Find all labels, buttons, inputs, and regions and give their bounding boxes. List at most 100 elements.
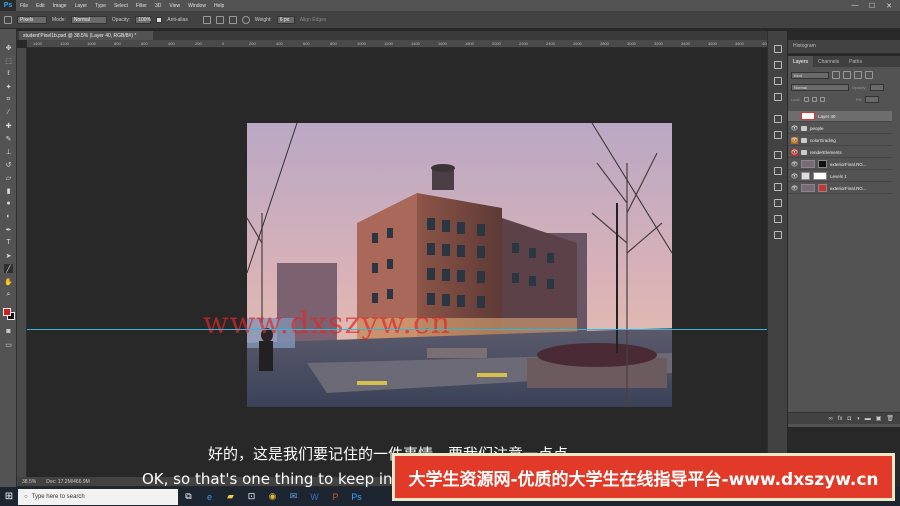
character-panel-icon[interactable] [774, 183, 782, 191]
menu-type[interactable]: Type [91, 3, 110, 9]
path-selection-icon[interactable]: ➤ [4, 251, 13, 260]
3d-panel-icon[interactable] [774, 215, 782, 223]
gear-icon[interactable] [241, 15, 250, 24]
tab-layers[interactable]: Layers [788, 56, 814, 67]
visibility-icon[interactable] [791, 113, 798, 120]
hand-tool-icon[interactable]: ✋ [4, 277, 13, 286]
history-panel-icon[interactable] [774, 45, 782, 53]
menu-edit[interactable]: Edit [32, 3, 49, 9]
adjustment-filter-icon[interactable] [843, 71, 851, 79]
tools-preset-icon[interactable] [774, 151, 782, 159]
brush-tool-icon[interactable]: ✎ [4, 134, 13, 143]
maximize-button[interactable]: ☐ [865, 0, 879, 11]
path-arrangement-icon[interactable] [228, 15, 237, 24]
layer-row[interactable]: 👁 renderElements [788, 147, 892, 158]
crop-tool-icon[interactable]: ⌗ [4, 95, 13, 104]
fill-input[interactable] [864, 96, 879, 103]
layer-opacity-input[interactable] [869, 84, 884, 91]
zoom-level[interactable]: 38.5% [22, 479, 36, 485]
opacity-input[interactable]: 100% [135, 15, 152, 24]
tab-histogram[interactable]: Histogram [788, 40, 821, 52]
shape-filter-icon[interactable] [865, 71, 873, 79]
menu-help[interactable]: Help [210, 3, 228, 9]
eraser-icon[interactable]: ▱ [4, 173, 13, 182]
magic-wand-icon[interactable]: ✦ [4, 82, 13, 91]
word-icon[interactable]: W [304, 487, 325, 506]
eye-icon[interactable]: 👁 [791, 136, 798, 144]
eyedropper-icon[interactable]: ⁄ [4, 108, 13, 117]
group-icon[interactable]: ▬ [865, 416, 871, 422]
trash-icon[interactable]: 🗑 [886, 415, 894, 422]
lock-pixels-icon[interactable] [803, 97, 809, 102]
dodge-tool-icon[interactable]: ◐ [4, 212, 13, 221]
timeline-panel-icon[interactable] [774, 231, 782, 239]
lock-position-icon[interactable] [811, 97, 817, 102]
healing-brush-icon[interactable]: ✚ [4, 121, 13, 130]
lock-all-icon[interactable] [819, 97, 825, 102]
horizontal-ruler[interactable]: 1400 1200 1000 800 600 400 200 0 200 400 600 800 100… [27, 40, 767, 48]
chrome-icon[interactable]: ◉ [262, 487, 283, 506]
windows-start-icon[interactable]: ⊞ [0, 487, 18, 506]
taskbar-search-box[interactable]: ○ Type here to search [18, 488, 178, 505]
line-tool-icon[interactable]: ╱ [4, 264, 13, 273]
path-alignment-icon[interactable] [215, 15, 224, 24]
clone-source-icon[interactable] [774, 167, 782, 175]
edge-icon[interactable]: e [199, 487, 220, 506]
weight-input[interactable]: 6 px [276, 15, 295, 24]
adjustments-panel-icon[interactable] [774, 77, 782, 85]
mail-icon[interactable]: ✉ [283, 487, 304, 506]
type-tool-icon[interactable]: T [4, 238, 13, 247]
styles-panel-icon[interactable] [774, 131, 782, 139]
minimize-button[interactable]: — [848, 0, 862, 11]
explorer-icon[interactable]: ▰ [220, 487, 241, 506]
mask-icon[interactable]: ◘ [847, 416, 851, 422]
menu-image[interactable]: Image [49, 3, 71, 9]
clone-stamp-icon[interactable]: ⊥ [4, 147, 13, 156]
line-tool-preset-icon[interactable] [4, 15, 12, 24]
eye-icon[interactable]: 👁 [791, 161, 799, 168]
eye-icon[interactable]: 👁 [791, 173, 799, 180]
document-tab[interactable]: student'Pixel1b.psd @ 38.5% (Layer 40, R… [19, 31, 153, 40]
photoshop-icon[interactable]: Ps [346, 487, 367, 506]
layer-row[interactable]: 👁 people [788, 123, 892, 134]
eye-icon[interactable]: 👁 [791, 148, 798, 156]
close-button[interactable]: ✕ [882, 0, 896, 11]
menu-select[interactable]: Select [110, 3, 132, 9]
layer-row[interactable]: 👁 exteriorFinal.RG... [788, 159, 892, 170]
task-view-icon[interactable]: ⧉ [178, 487, 199, 506]
properties-panel-icon[interactable] [774, 61, 782, 69]
screen-mode-icon[interactable]: ▭ [4, 340, 13, 349]
tab-channels[interactable]: Channels [813, 56, 844, 67]
vertical-ruler[interactable] [17, 48, 27, 477]
new-layer-icon[interactable]: ▣ [876, 415, 882, 422]
type-filter-icon[interactable] [854, 71, 862, 79]
powerpoint-icon[interactable]: P [325, 487, 346, 506]
menu-3d[interactable]: 3D [151, 3, 165, 9]
blur-tool-icon[interactable]: ● [4, 199, 13, 208]
swatches-panel-icon[interactable] [774, 115, 782, 123]
adjustment-icon[interactable]: ◑ [856, 416, 860, 422]
zoom-tool-icon[interactable]: ⌕ [4, 290, 13, 299]
paragraph-panel-icon[interactable] [774, 199, 782, 207]
tool-mode-select[interactable]: Pixels [17, 15, 47, 24]
eye-icon[interactable]: 👁 [791, 185, 799, 192]
layer-row[interactable]: 👁 exteriorFinal.RG... [788, 183, 892, 194]
pen-tool-icon[interactable]: ✒ [4, 225, 13, 234]
marquee-tool-icon[interactable]: ⬚ [4, 56, 13, 65]
menu-file[interactable]: File [16, 3, 32, 9]
store-icon[interactable]: ⊡ [241, 487, 262, 506]
menu-window[interactable]: Window [184, 3, 210, 9]
canvas-area[interactable]: www.dxszyw.cn [27, 48, 767, 477]
menu-filter[interactable]: Filter [132, 3, 151, 9]
layer-blend-mode-select[interactable]: Normal [791, 84, 849, 91]
link-icon[interactable]: ∞ [829, 416, 833, 422]
history-brush-icon[interactable]: ↺ [4, 160, 13, 169]
antialias-checkbox[interactable] [156, 16, 163, 23]
path-operations-icon[interactable] [202, 15, 211, 24]
blend-mode-select[interactable]: Normal [70, 15, 107, 24]
quick-mask-icon[interactable]: ◙ [4, 327, 13, 336]
lasso-tool-icon[interactable]: ℓ [4, 69, 13, 78]
fx-icon[interactable]: fx [838, 416, 843, 422]
foreground-color-swatch[interactable] [3, 308, 11, 316]
layer-kind-filter[interactable]: Kind [791, 71, 829, 79]
